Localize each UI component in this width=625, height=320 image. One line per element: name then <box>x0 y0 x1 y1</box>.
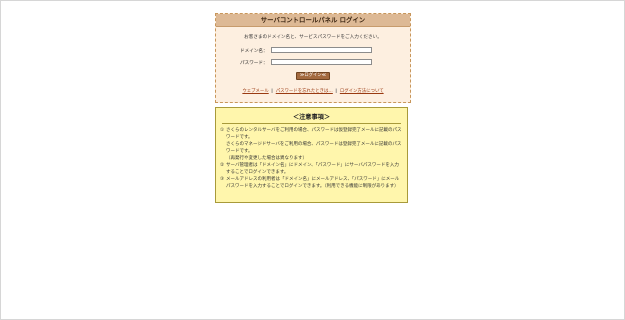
password-label: パスワード： <box>240 61 268 66</box>
login-panel: サーバコントロールパネル ログイン お客さまのドメイン名と、サービスパスワードを… <box>215 13 411 103</box>
notice-item: ② サーバ管理者は「ドメイン名」にドメイン、「パスワード」にサーバパスワードを入… <box>220 162 403 176</box>
domain-label: ドメイン名： <box>240 49 268 54</box>
webmail-link[interactable]: ウェブメール <box>242 89 268 94</box>
link-separator: ‖ <box>271 89 274 94</box>
notice-item-text: サーバ管理者は「ドメイン名」にドメイン、「パスワード」にサーバパスワードを入力す… <box>226 163 399 175</box>
forgot-password-link[interactable]: パスワードを忘れたときは… <box>276 89 333 94</box>
domain-input[interactable] <box>271 47 372 53</box>
login-instructions: お客さまのドメイン名と、サービスパスワードをご入力ください。 <box>244 35 382 40</box>
notice-item: ③ メールアドレスの利用者は「ドメイン名」にメールアドレス、「パスワード」にメー… <box>220 176 403 190</box>
notice-list: ① さくらのレンタルサーバをご利用の場合、パスワードは仮登録完了メールに記載のパ… <box>220 127 403 190</box>
notice-item-text: メールアドレスの利用者は「ドメイン名」にメールアドレス、「パスワード」にメールパ… <box>226 177 400 189</box>
login-links: ウェブメール ‖ パスワードを忘れたときは… ‖ ログイン方法について <box>216 88 410 94</box>
link-separator: ‖ <box>335 89 338 94</box>
login-help-link[interactable]: ログイン方法について <box>340 89 384 94</box>
password-input[interactable] <box>271 59 372 65</box>
notice-item: ① さくらのレンタルサーバをご利用の場合、パスワードは仮登録完了メールに記載のパ… <box>220 127 403 162</box>
login-panel-title: サーバコントロールパネル ログイン <box>216 14 410 27</box>
notice-item-text: さくらのレンタルサーバをご利用の場合、パスワードは仮登録完了メールに記載のパスワ… <box>226 128 402 161</box>
login-button[interactable]: ≫ログイン≪ <box>296 72 330 80</box>
notice-panel: ＜注意事項＞ ① さくらのレンタルサーバをご利用の場合、パスワードは仮登録完了メ… <box>215 107 408 203</box>
notice-title: ＜注意事項＞ <box>222 112 401 124</box>
